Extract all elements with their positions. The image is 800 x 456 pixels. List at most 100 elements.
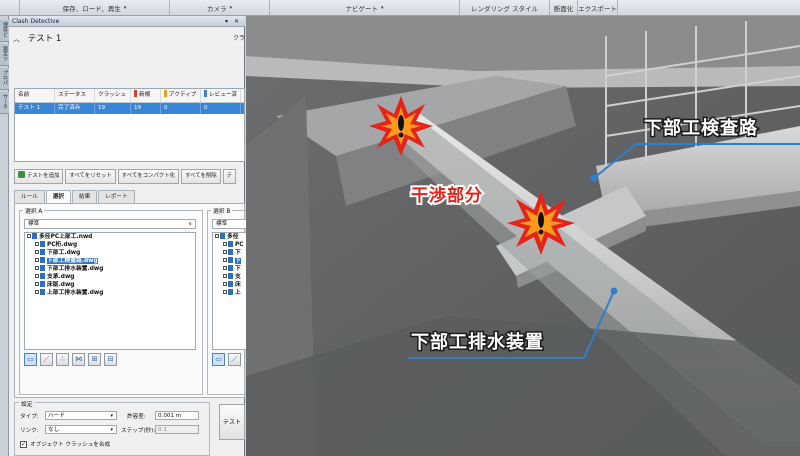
- settings-label: 設定: [19, 399, 35, 408]
- expand-box-icon[interactable]: [215, 234, 219, 238]
- status-swatch: [204, 90, 207, 97]
- expand-box-icon[interactable]: [35, 258, 39, 262]
- expand-box-icon[interactable]: [35, 266, 39, 270]
- 3d-viewport[interactable]: 下部工検査路 干渉部分 下部工排水装置: [246, 16, 800, 456]
- column-header[interactable]: レビュー済: [201, 89, 241, 102]
- select-surfaces-icon[interactable]: ▭: [24, 353, 37, 366]
- clash-marker-2-icon[interactable]: [507, 191, 575, 255]
- type-select[interactable]: ハード ▾: [45, 411, 117, 420]
- run-test-button[interactable]: テスト: [219, 404, 245, 440]
- file-icon: [32, 233, 37, 239]
- table-cell: 19: [131, 103, 161, 114]
- column-header[interactable]: 新規: [131, 89, 161, 102]
- test-action-button-4[interactable]: テ: [222, 169, 237, 184]
- column-header[interactable]: 名前: [15, 89, 55, 102]
- tree-item[interactable]: PC桁.dwg: [25, 241, 195, 249]
- toolbar-group-4[interactable]: 断面化: [550, 0, 578, 15]
- expand-box-icon[interactable]: [35, 290, 39, 294]
- tree-item[interactable]: 上部工排水装置.dwg: [25, 289, 195, 297]
- test-action-button-1[interactable]: すべてをリセット: [65, 169, 116, 184]
- column-header-label: 新規: [139, 92, 151, 98]
- expand-box-icon[interactable]: [223, 282, 227, 286]
- select-b-label: 選択 B: [211, 206, 233, 215]
- tree-item-label: 床版.dwg: [47, 282, 75, 288]
- test-action-button-0[interactable]: テストを追加: [14, 169, 64, 184]
- column-header[interactable]: ステータス: [55, 89, 95, 102]
- expand-box-icon[interactable]: [223, 274, 227, 278]
- type-value: ハード: [48, 413, 65, 419]
- tree-item[interactable]: 多径PC上部工.nwd: [25, 233, 195, 241]
- select-a-toolbar: ▭ ／ ∴ ⋈ ⊞ ⊟: [24, 353, 117, 366]
- select-points-icon[interactable]: ∴: [56, 353, 69, 366]
- select-lines-icon[interactable]: ／: [40, 353, 53, 366]
- tree-item-label: PC: [235, 242, 244, 248]
- merge-clash-checkbox-row[interactable]: ✓ オブジェクト クラッシュを合成: [20, 440, 110, 448]
- select-lines-icon[interactable]: ／: [228, 353, 241, 366]
- chevron-down-icon: ▾: [110, 427, 113, 433]
- step-input[interactable]: 0.1: [155, 425, 199, 434]
- link-select[interactable]: なし ▾: [45, 425, 117, 434]
- test-header[interactable]: ︿ テスト 1 クラ: [13, 29, 245, 49]
- toolbar-group-label: ナビゲート: [345, 4, 378, 13]
- side-tab-3[interactable]: サーチ: [0, 92, 9, 114]
- toolbar-group-5[interactable]: エクスポート: [578, 0, 618, 15]
- select-in-scene-icon[interactable]: ⊟: [104, 353, 117, 366]
- expand-box-icon[interactable]: [223, 266, 227, 270]
- toolbar-group-0[interactable]: 保存、ロード、再生 ▾: [20, 0, 170, 15]
- column-header-label: クラッシュ: [98, 92, 126, 98]
- select-surfaces-icon[interactable]: ▭: [212, 353, 225, 366]
- tree-item-label: 下: [235, 250, 241, 256]
- side-tab-0[interactable]: 保存ビュー: [0, 20, 9, 42]
- expand-box-icon[interactable]: [223, 242, 227, 246]
- column-header-label: ステータス: [58, 92, 86, 98]
- table-row[interactable]: テスト 1 完了済み 19 19 0 0: [15, 103, 244, 114]
- use-current-selection-icon[interactable]: ⊞: [88, 353, 101, 366]
- status-swatch: [134, 90, 137, 97]
- tolerance-input[interactable]: 0.001 m: [155, 411, 199, 420]
- table-cell: 0: [201, 103, 241, 114]
- test-action-button-2[interactable]: すべてをコンパクト化: [117, 169, 180, 184]
- expand-box-icon[interactable]: [223, 250, 227, 254]
- tab-0[interactable]: ルール: [14, 190, 45, 203]
- file-icon: [228, 265, 233, 271]
- column-header[interactable]: クラッシュ: [95, 89, 131, 102]
- column-header-label: アクティブ: [169, 92, 197, 98]
- panel-title-bar: Clash Detective ▾ ✕: [9, 16, 245, 27]
- tree-item-label: 支承.dwg: [47, 274, 75, 280]
- tree-item-label: 上部工排水装置.dwg: [47, 290, 104, 296]
- test-action-button-3[interactable]: すべてを削除: [181, 169, 221, 184]
- chevron-up-icon[interactable]: ︿: [13, 29, 20, 49]
- tab-2[interactable]: 結果: [72, 190, 98, 203]
- file-icon: [220, 233, 225, 239]
- expand-box-icon[interactable]: [35, 282, 39, 286]
- column-header-label: 名前: [18, 92, 30, 98]
- tree-item[interactable]: 下部工.dwg: [25, 249, 195, 257]
- tree-item[interactable]: 支承.dwg: [25, 273, 195, 281]
- tree-item[interactable]: 床版.dwg: [25, 281, 195, 289]
- expand-box-icon[interactable]: [223, 258, 227, 262]
- tree-item[interactable]: 下部工検査路.dwg: [25, 257, 195, 265]
- column-header[interactable]: アクティブ: [161, 89, 201, 102]
- side-tab-2[interactable]: プロパティ: [0, 68, 9, 90]
- tree-item-label: 下部工排水装置.dwg: [47, 266, 104, 272]
- file-icon: [40, 241, 45, 247]
- clash-marker-1-icon[interactable]: [369, 96, 433, 156]
- expand-box-icon[interactable]: [35, 250, 39, 254]
- tree-item[interactable]: 下部工排水装置.dwg: [25, 265, 195, 273]
- toolbar-group-2[interactable]: ナビゲート ▾: [270, 0, 460, 15]
- tab-3[interactable]: レポート: [98, 190, 135, 203]
- self-intersect-icon[interactable]: ⋈: [72, 353, 85, 366]
- select-a-dropdown[interactable]: 標準 ∨: [24, 219, 196, 229]
- expand-box-icon[interactable]: [35, 242, 39, 246]
- side-tab-1[interactable]: 測定ツール: [0, 44, 9, 66]
- tab-1[interactable]: 選択: [45, 190, 71, 203]
- select-a-tree[interactable]: 多径PC上部工.nwd PC桁.dwg 下部工.dwg 下部工検査路.dwg 下部工排水…: [24, 232, 196, 350]
- expand-box-icon[interactable]: [35, 274, 39, 278]
- toolbar-group-1[interactable]: カメラ ▾: [170, 0, 270, 15]
- panel-window-controls[interactable]: ▾ ✕: [225, 16, 241, 27]
- expand-box-icon[interactable]: [223, 290, 227, 294]
- test-grid: 名前 ステータス クラッシュ 新規 アクティブ レビュー済 テスト 1 完了済み 19 19 0 0: [14, 88, 245, 162]
- expand-box-icon[interactable]: [27, 234, 31, 238]
- checkbox-checked-icon[interactable]: ✓: [20, 440, 27, 448]
- toolbar-group-3[interactable]: レンダリング スタイル: [460, 0, 550, 15]
